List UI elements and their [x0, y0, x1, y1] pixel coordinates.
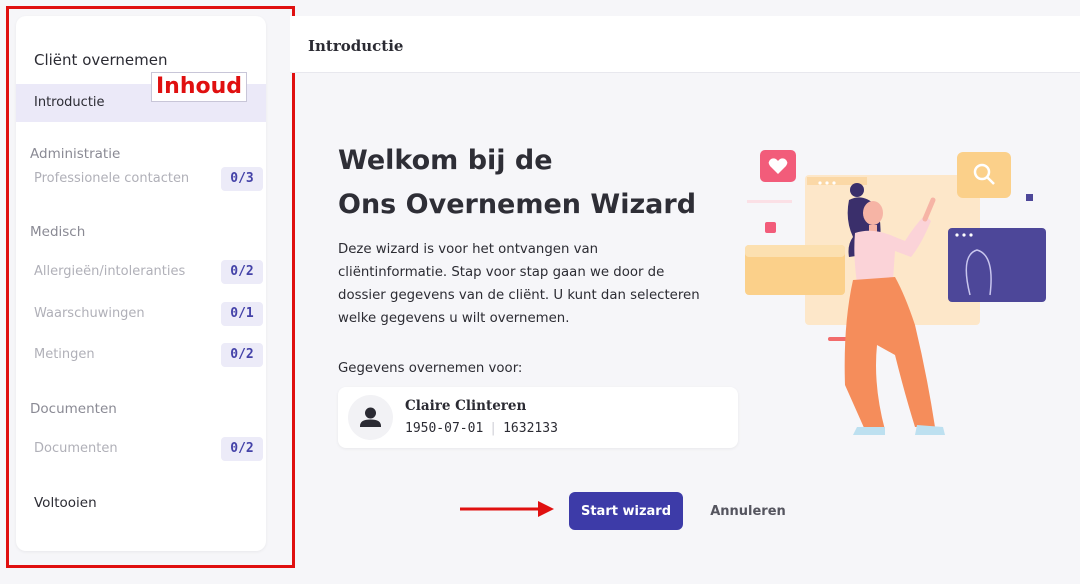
meta-separator: |	[489, 421, 498, 436]
wizard-description: Deze wizard is voor het ontvangen van cl…	[338, 242, 700, 326]
client-id: 1632133	[503, 421, 558, 436]
welcome-line-2: Ons Overnemen Wizard	[338, 189, 697, 220]
client-for-label: Gegevens overnemen voor:	[338, 361, 523, 376]
annotation-label: Inhoud	[151, 72, 248, 102]
welcome-heading: Welkom bij de Ons Overnemen Wizard	[338, 139, 718, 227]
client-card: Claire Clinteren 1950-07-01 | 1632133	[338, 387, 738, 448]
start-wizard-button[interactable]: Start wizard	[569, 492, 683, 530]
client-birthdate: 1950-07-01	[405, 421, 484, 436]
page-title: Introductie	[308, 37, 404, 55]
page-header: Introductie	[290, 16, 1080, 73]
client-meta: 1950-07-01 | 1632133	[405, 421, 558, 436]
cancel-button[interactable]: Annuleren	[700, 492, 796, 530]
woman-illustration	[745, 150, 1046, 435]
person-icon	[348, 395, 393, 440]
client-name: Claire Clinteren	[405, 398, 527, 414]
annotation-arrow	[460, 501, 554, 517]
welcome-line-1: Welkom bij de	[338, 145, 553, 176]
